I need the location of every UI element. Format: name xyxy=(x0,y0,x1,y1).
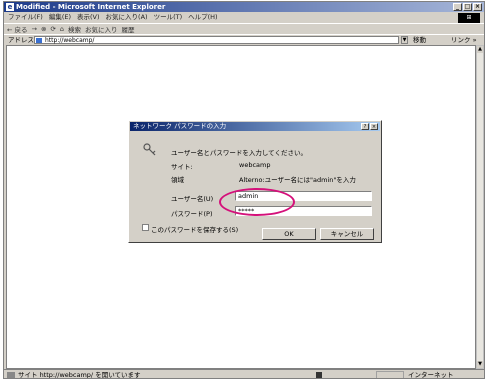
realm-value: Alterno:ユーザー名には"admin"を入力 xyxy=(239,176,356,184)
key-icon xyxy=(143,143,156,156)
ok-button[interactable]: OK xyxy=(262,228,316,240)
refresh-button[interactable]: ⟳ xyxy=(50,25,55,33)
go-button[interactable]: 移動 xyxy=(413,35,426,45)
close-button[interactable]: × xyxy=(473,3,482,11)
page-icon xyxy=(36,38,42,43)
menu-bar: ファイル(F) 編集(E) 表示(V) お気に入り(A) ツール(T) ヘルプ(… xyxy=(4,12,484,22)
dialog-title-text: ネットワーク パスワードの入力 xyxy=(133,122,227,130)
cancel-button[interactable]: キャンセル xyxy=(320,228,374,240)
toolbar: ← 戻る → ⊗ ⟳ ⌂ 検索 お気に入り 履歴 xyxy=(4,23,484,34)
forward-button[interactable]: → xyxy=(32,25,37,33)
scroll-up-icon[interactable]: ▲ xyxy=(477,46,483,53)
window-title: Modified - Microsoft Internet Explorer xyxy=(16,3,166,11)
menu-edit[interactable]: 編集(E) xyxy=(49,12,71,22)
minimize-button[interactable]: _ xyxy=(453,3,462,11)
dialog-title: ネットワーク パスワードの入力 xyxy=(130,122,380,131)
password-dialog: ネットワーク パスワードの入力 ? × ユーザー名とパスワードを入力してください… xyxy=(128,120,382,243)
address-url: http://webcamp/ xyxy=(45,37,95,44)
menu-view[interactable]: 表示(V) xyxy=(77,12,100,22)
menu-tools[interactable]: ツール(T) xyxy=(154,12,183,22)
help-button[interactable]: ? xyxy=(361,123,369,130)
loading-icon xyxy=(7,372,15,378)
username-label: ユーザー名(U) xyxy=(171,195,214,203)
site-value: webcamp xyxy=(239,161,271,169)
menu-favorites[interactable]: お気に入り(A) xyxy=(106,12,148,22)
password-input[interactable]: ***** xyxy=(235,206,372,216)
scroll-down-icon[interactable]: ▼ xyxy=(477,361,483,368)
realm-label: 領域 xyxy=(171,176,184,184)
windows-logo-icon: ⊞ xyxy=(458,13,480,23)
vertical-scrollbar[interactable]: ▲ ▼ xyxy=(476,45,484,369)
progress-pane xyxy=(316,372,322,378)
password-label: パスワード(P) xyxy=(171,210,213,218)
favorites-button[interactable]: お気に入り xyxy=(85,24,118,34)
search-button[interactable]: 検索 xyxy=(68,24,81,34)
address-bar: アドレス(D) http://webcamp/ ▼ 移動 リンク » xyxy=(4,34,484,45)
status-pane xyxy=(376,371,404,378)
links-button[interactable]: リンク » xyxy=(451,35,477,45)
remember-password-checkbox[interactable] xyxy=(142,224,149,231)
menu-file[interactable]: ファイル(F) xyxy=(8,12,43,22)
maximize-button[interactable]: □ xyxy=(463,3,472,11)
zone-label: インターネット xyxy=(408,371,454,379)
site-label: サイト: xyxy=(171,163,193,171)
address-input[interactable]: http://webcamp/ xyxy=(34,36,399,44)
remember-password-label: このパスワードを保存する(S) xyxy=(151,226,239,234)
username-input[interactable]: admin xyxy=(235,191,372,201)
home-button[interactable]: ⌂ xyxy=(60,25,64,33)
ie-icon: e xyxy=(6,3,14,11)
menu-help[interactable]: ヘルプ(H) xyxy=(188,12,217,22)
dialog-prompt: ユーザー名とパスワードを入力してください。 xyxy=(171,149,307,157)
stop-button[interactable]: ⊗ xyxy=(41,25,46,33)
history-button[interactable]: 履歴 xyxy=(122,24,135,34)
status-message: サイト http://webcamp/ を開いています xyxy=(18,371,141,379)
dialog-close-button[interactable]: × xyxy=(370,123,378,130)
back-button[interactable]: ← 戻る xyxy=(7,24,28,34)
title-bar: e Modified - Microsoft Internet Explorer… xyxy=(4,2,484,12)
status-bar: サイト http://webcamp/ を開いています インターネット xyxy=(4,369,484,379)
address-dropdown-icon[interactable]: ▼ xyxy=(401,36,408,44)
